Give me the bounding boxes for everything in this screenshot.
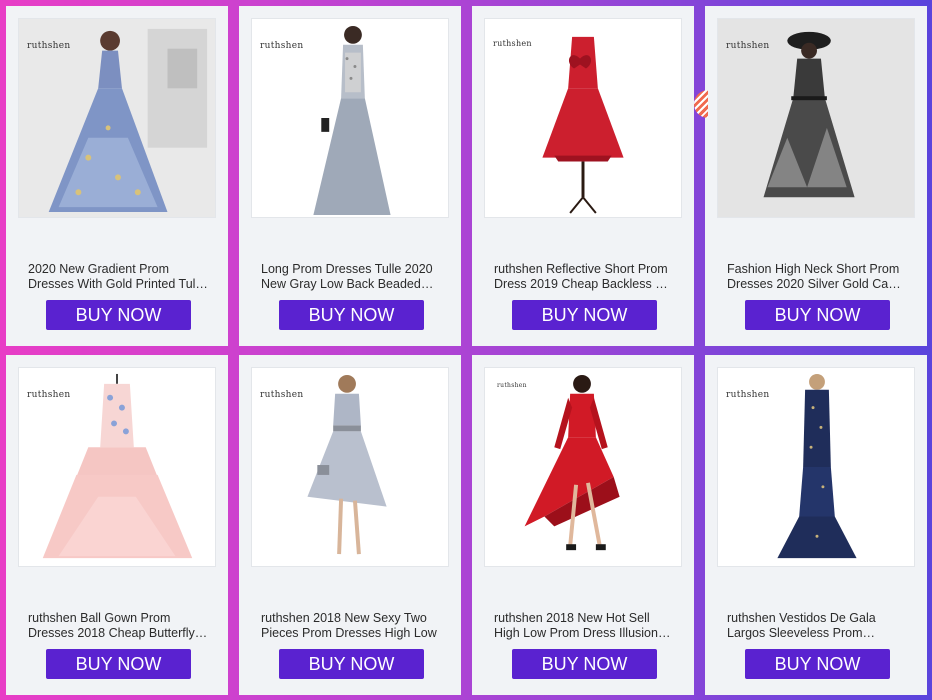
brand-watermark: ruthshen <box>27 390 71 400</box>
buy-now-button[interactable]: BUY NOW <box>512 300 657 330</box>
product-image[interactable]: ruthshen <box>484 18 682 218</box>
product-title[interactable]: ruthshen Vestidos De Gala Largos Sleevel… <box>727 611 907 641</box>
product-card[interactable]: ruthshen 2020 New Gradient Prom Dresses … <box>6 6 228 346</box>
product-grid: ruthshen 2020 New Gradient Prom Dresses … <box>0 0 932 700</box>
brand-watermark: ruthshen <box>497 382 527 389</box>
product-image[interactable]: ruthshen <box>484 367 682 567</box>
product-image[interactable]: ruthshen <box>717 18 915 218</box>
buy-now-button[interactable]: BUY NOW <box>279 300 424 330</box>
product-card[interactable]: ruthshen ruthshen 2018 New Sexy Two Piec… <box>239 355 461 695</box>
product-title[interactable]: ruthshen Reflective Short Prom Dress 201… <box>494 262 674 292</box>
product-image[interactable]: ruthshen <box>251 367 449 567</box>
red-short-dress-photo-icon <box>485 19 681 217</box>
brand-watermark: ruthshen <box>27 41 71 51</box>
product-title[interactable]: ruthshen 2018 New Hot Sell High Low Prom… <box>494 611 674 641</box>
buy-now-button[interactable]: BUY NOW <box>279 649 424 679</box>
buy-now-button[interactable]: BUY NOW <box>745 300 890 330</box>
brand-watermark: ruthshen <box>260 41 304 51</box>
decorative-ball-icon <box>694 90 708 118</box>
brand-watermark: ruthshen <box>493 39 532 48</box>
product-title[interactable]: Long Prom Dresses Tulle 2020 New Gray Lo… <box>261 262 441 292</box>
product-card[interactable]: ruthshen ruthshen Reflective Short Prom … <box>472 6 694 346</box>
product-title[interactable]: ruthshen 2018 New Sexy Two Pieces Prom D… <box>261 611 441 641</box>
buy-now-button[interactable]: BUY NOW <box>512 649 657 679</box>
product-image[interactable]: ruthshen <box>18 18 216 218</box>
product-title[interactable]: 2020 New Gradient Prom Dresses With Gold… <box>28 262 208 292</box>
buy-now-button[interactable]: BUY NOW <box>46 649 191 679</box>
buy-now-button[interactable]: BUY NOW <box>745 649 890 679</box>
product-card[interactable]: ruthshen Long Prom Dresses Tulle 2020 Ne… <box>239 6 461 346</box>
buy-now-button[interactable]: BUY NOW <box>46 300 191 330</box>
product-card[interactable]: ruthshen ruthshen Vestidos De Gala Largo… <box>705 355 927 695</box>
product-title[interactable]: ruthshen Ball Gown Prom Dresses 2018 Che… <box>28 611 208 641</box>
product-card[interactable]: ruthshen ruthshen Ball Gown Prom Dresses… <box>6 355 228 695</box>
brand-watermark: ruthshen <box>260 390 304 400</box>
product-card[interactable]: ruthshen ruthshen 2018 New Hot Sell High… <box>472 355 694 695</box>
brand-watermark: ruthshen <box>726 41 770 51</box>
product-image[interactable]: ruthshen <box>717 367 915 567</box>
brand-watermark: ruthshen <box>726 390 770 400</box>
product-card[interactable]: ruthshen Fashion High Neck Short Prom Dr… <box>705 6 927 346</box>
product-image[interactable]: ruthshen <box>18 367 216 567</box>
product-title[interactable]: Fashion High Neck Short Prom Dresses 202… <box>727 262 907 292</box>
red-high-low-dress-photo-icon <box>485 368 681 566</box>
product-image[interactable]: ruthshen <box>251 18 449 218</box>
